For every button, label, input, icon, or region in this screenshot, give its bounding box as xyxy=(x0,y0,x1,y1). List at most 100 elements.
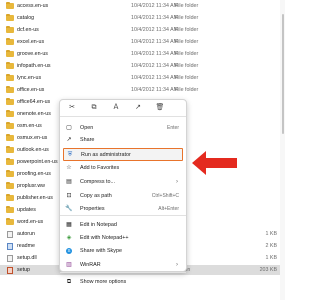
file-name: osm.en-us xyxy=(17,123,42,129)
file-row[interactable]: access.en-us 10/4/2012 11:34 AM File folde… xyxy=(0,1,285,11)
menu-item-label: Share xyxy=(80,137,95,143)
wrench-icon: 🔧 xyxy=(65,206,73,212)
menu-item-open[interactable]: ▢ Open Enter xyxy=(63,122,183,134)
folder-icon xyxy=(6,110,14,117)
file-date: 10/4/2012 11:34 AM xyxy=(131,87,179,93)
folder-icon xyxy=(6,182,14,189)
file-name: dcf.en-us xyxy=(17,27,39,33)
file-type: File folder xyxy=(175,27,199,33)
file-row[interactable]: lync.en-us 10/4/2012 11:34 AM File folder xyxy=(0,73,285,83)
file-date: 10/4/2012 11:34 AM xyxy=(131,27,179,33)
menu-item-add-to-favorites[interactable]: ☆ Add to Favorites xyxy=(63,162,183,174)
scrollbar[interactable] xyxy=(280,0,285,300)
file-name: onenote.en-us xyxy=(17,111,51,117)
folder-icon xyxy=(6,86,14,93)
quick-actions-bar: ✂ ⧉ Ａ ↗ 🗑 xyxy=(67,103,175,113)
file-date: 10/4/2012 11:34 AM xyxy=(131,75,179,81)
menu-item-label: Edit with Notepad++ xyxy=(80,235,129,241)
menu-separator xyxy=(60,116,186,117)
menu-item-shortcut: Ctrl+Shift+C xyxy=(151,193,179,199)
file-size: 203 KB xyxy=(259,267,277,273)
file-name: office64.en-us xyxy=(17,99,51,105)
rename-icon[interactable]: Ａ xyxy=(111,103,121,113)
menu-item-label: WinRAR xyxy=(80,262,101,268)
delete-icon[interactable]: 🗑 xyxy=(155,103,165,113)
zip-icon: ▤ xyxy=(66,179,72,185)
file-name: updates xyxy=(17,207,36,213)
file-icon xyxy=(7,254,13,262)
file-icon xyxy=(7,230,13,238)
file-type: File folder xyxy=(175,3,199,9)
file-name: osmux.en-us xyxy=(17,135,48,141)
menu-separator xyxy=(60,215,186,216)
file-type: File folder xyxy=(175,39,199,45)
file-size: 1 KB xyxy=(265,231,277,237)
file-name: groove.en-us xyxy=(17,51,48,57)
shield-icon: ⛨ xyxy=(67,152,73,158)
menu-item-share[interactable]: ↗ Share xyxy=(63,134,183,146)
file-row[interactable]: groove.en-us 10/4/2012 11:34 AM File folde… xyxy=(0,49,285,59)
folder-icon xyxy=(6,26,14,33)
file-name: access.en-us xyxy=(17,3,49,9)
file-name: word.en-us xyxy=(17,219,44,225)
menu-item-winrar[interactable]: ▥ WinRAR › xyxy=(63,259,183,271)
menu-item-properties[interactable]: 🔧 Properties Alt+Enter xyxy=(63,203,183,215)
file-name: autorun xyxy=(17,231,35,237)
file-icon xyxy=(7,266,13,274)
folder-icon xyxy=(6,38,14,45)
file-row[interactable]: office.en-us 10/4/2012 11:34 AM File folde… xyxy=(0,85,285,95)
file-type: File folder xyxy=(175,15,199,21)
menu-item-label: Compress to... xyxy=(80,179,116,185)
cut-icon[interactable]: ✂ xyxy=(67,103,77,113)
skype-icon: S xyxy=(66,248,72,254)
file-name: setup xyxy=(17,267,30,273)
folder-icon xyxy=(6,122,14,129)
folder-icon xyxy=(6,74,14,81)
context-menu: ✂ ⧉ Ａ ↗ 🗑 ▢ Open Enter ↗ Share ⛨ Run as administra… xyxy=(59,99,187,285)
file-name: setup.dll xyxy=(17,255,37,261)
menu-item-edit-with-notepad[interactable]: ◈ Edit with Notepad++ xyxy=(63,232,183,244)
scrollbar-thumb[interactable] xyxy=(282,14,284,134)
folder-icon xyxy=(6,2,14,9)
folder-icon xyxy=(6,170,14,177)
file-row[interactable]: catalog 10/4/2012 11:34 AM File folder xyxy=(0,13,285,23)
notepad-icon: ▦ xyxy=(66,222,72,228)
menu-item-share-with-skype[interactable]: S Share with Skype xyxy=(63,245,183,257)
file-name: outlook.en-us xyxy=(17,147,49,153)
copy-icon[interactable]: ⧉ xyxy=(89,103,99,113)
file-date: 10/4/2012 11:34 AM xyxy=(131,51,179,57)
file-icon xyxy=(7,242,13,250)
file-row[interactable]: infopath.en-us 10/4/2012 11:34 AM File fol… xyxy=(0,61,285,71)
menu-item-run-as-administrator[interactable]: ⛨ Run as administrator xyxy=(63,148,183,161)
file-date: 10/4/2012 11:34 AM xyxy=(131,3,179,9)
folder-icon xyxy=(6,134,14,141)
menu-item-label: Share with Skype xyxy=(80,248,122,254)
file-date: 10/4/2012 11:34 AM xyxy=(131,63,179,69)
file-name: office.en-us xyxy=(17,87,45,93)
chevron-right-icon: › xyxy=(176,262,178,268)
file-name: proofing.en-us xyxy=(17,171,51,177)
menu-item-shortcut: Enter xyxy=(167,125,179,131)
menu-item-compress-to[interactable]: ▤ Compress to... › xyxy=(63,176,183,188)
folder-icon xyxy=(6,158,14,165)
file-size: 1 KB xyxy=(265,255,277,261)
folder-icon xyxy=(6,218,14,225)
menu-item-edit-in-notepad[interactable]: ▦ Edit in Notepad xyxy=(63,219,183,231)
winrar-icon: ▥ xyxy=(66,262,72,268)
file-row[interactable]: excel.en-us 10/4/2012 11:34 AM File folder xyxy=(0,37,285,47)
star-icon: ☆ xyxy=(66,165,72,171)
menu-item-label: Run as administrator xyxy=(81,152,131,158)
menu-item-copy-as-path[interactable]: ⊡ Copy as path Ctrl+Shift+C xyxy=(63,190,183,202)
menu-item-label: Open xyxy=(80,125,94,131)
share-icon[interactable]: ↗ xyxy=(133,103,143,113)
file-date: 10/4/2012 11:34 AM xyxy=(131,15,179,21)
chevron-right-icon: › xyxy=(176,179,178,185)
file-row[interactable]: dcf.en-us 10/4/2012 11:34 AM File folder xyxy=(0,25,285,35)
menu-item-label: Show more options xyxy=(80,279,127,285)
file-name: excel.en-us xyxy=(17,39,45,45)
menu-item-show-more-options[interactable]: ⧉ Show more options xyxy=(63,276,183,288)
file-type: File folder xyxy=(175,87,199,93)
file-name: catalog xyxy=(17,15,35,21)
open-icon: ▢ xyxy=(66,125,72,131)
menu-item-label: Add to Favorites xyxy=(80,165,120,171)
